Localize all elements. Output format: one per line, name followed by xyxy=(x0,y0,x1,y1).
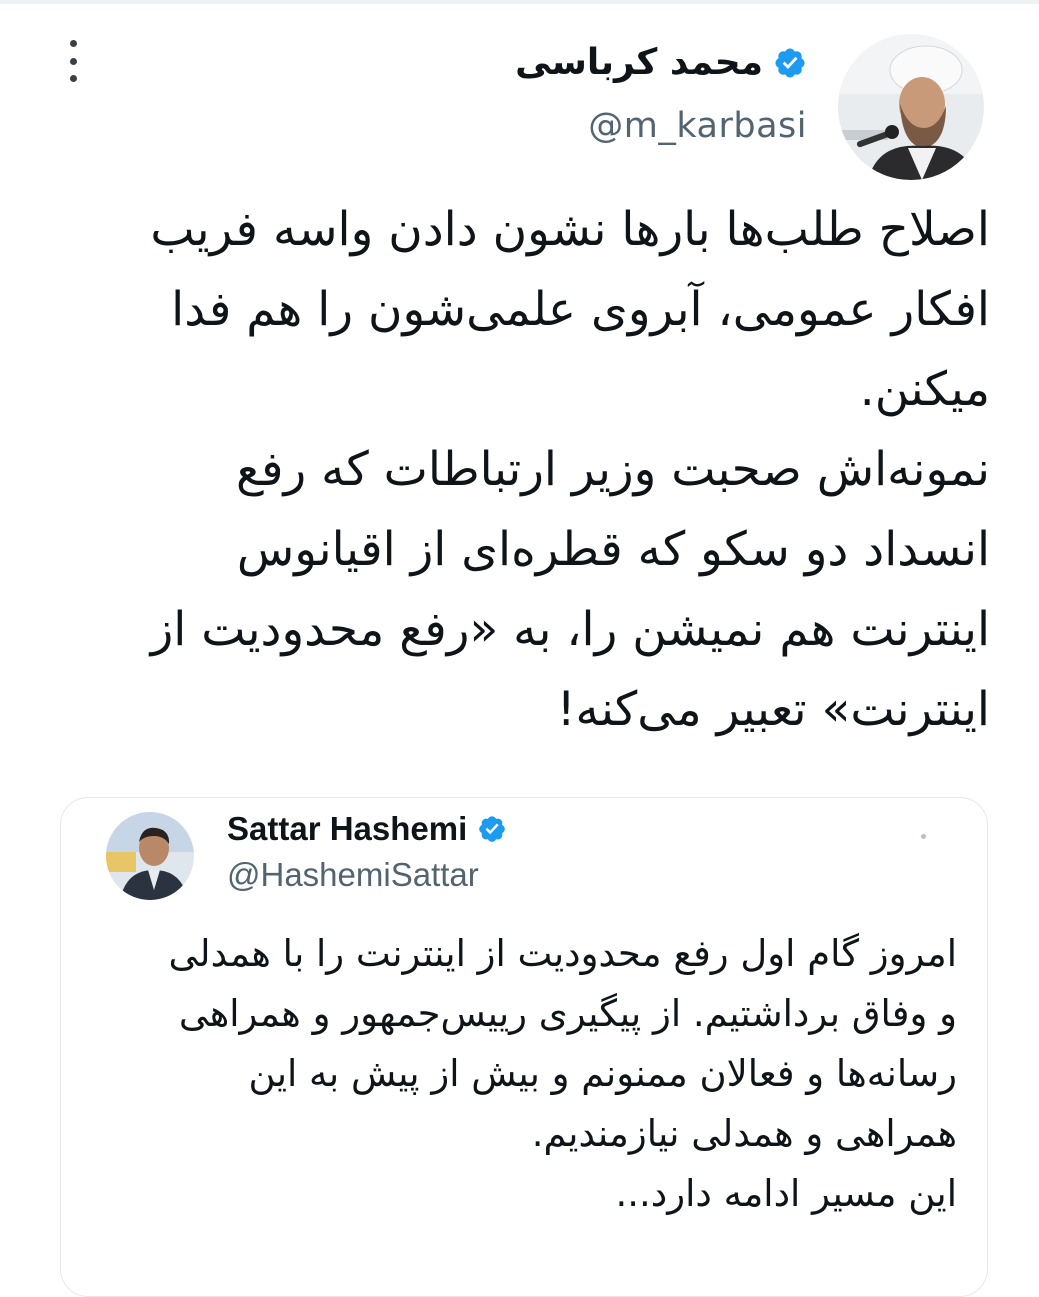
quoted-tweet-card[interactable]: Sattar Hashemi @HashemiSattar امروز گام … xyxy=(60,797,988,1297)
quoted-text-line: رسانه‌ها و فعالان ممنونم و بیش از پیش به… xyxy=(248,1052,957,1095)
quoted-text-line: امروز گام اول رفع محدودیت از اینترنت را … xyxy=(168,932,957,975)
author-display-name[interactable]: محمد کرباسی xyxy=(515,42,763,83)
quoted-author-handle[interactable]: @HashemiSattar xyxy=(227,856,479,894)
tweet-text-line: اصلاح طلب‌ها بارها نشون دادن واسه فریب xyxy=(150,202,990,257)
more-options-icon[interactable] xyxy=(58,38,88,84)
quoted-tweet-text: امروز گام اول رفع محدودیت از اینترنت را … xyxy=(97,924,957,1224)
quoted-text-line: این مسیر ادامه دارد... xyxy=(615,1172,957,1215)
author-avatar[interactable] xyxy=(838,34,984,180)
author-handle[interactable]: @m_karbasi xyxy=(588,106,807,146)
tweet-text-line: اینترنت» تعبیر می‌کنه! xyxy=(556,682,990,737)
quoted-author-display-name[interactable]: Sattar Hashemi xyxy=(227,810,467,848)
more-dot xyxy=(69,57,77,65)
top-divider xyxy=(0,0,1039,4)
author-photo xyxy=(838,34,984,180)
more-dot xyxy=(69,75,77,82)
tweet-text-line: افکار عمومی، آبروی علمی‌شون را هم فدا xyxy=(171,282,990,337)
tweet-text-line: انسداد دو سکو که قطره‌ای از اقیانوس xyxy=(236,522,990,577)
more-dot xyxy=(69,40,77,47)
quoted-author-name-row: Sattar Hashemi xyxy=(227,810,507,848)
quoted-author-avatar[interactable] xyxy=(106,812,194,900)
verified-badge-icon xyxy=(775,47,805,78)
quoted-author-photo xyxy=(106,812,194,900)
tweet-text: اصلاح طلب‌ها بارها نشون دادن واسه فریب ا… xyxy=(40,190,990,750)
tweet-text-line: اینترنت هم نمیشن را، به «رفع محدودیت از xyxy=(150,602,990,657)
tweet-text-line: میکنن. xyxy=(859,362,990,417)
quoted-menu-dot xyxy=(921,834,926,839)
tweet-text-line: نمونه‌اش صحبت وزیر ارتباطات که رفع xyxy=(236,442,990,497)
quoted-text-line: و وفاق برداشتیم. از پیگیری رییس‌جمهور و … xyxy=(178,992,957,1035)
verified-badge-icon xyxy=(479,816,506,842)
author-name-row: محمد کرباسی xyxy=(515,42,807,83)
quoted-text-line: همراهی و همدلی نیازمندیم. xyxy=(531,1112,957,1155)
